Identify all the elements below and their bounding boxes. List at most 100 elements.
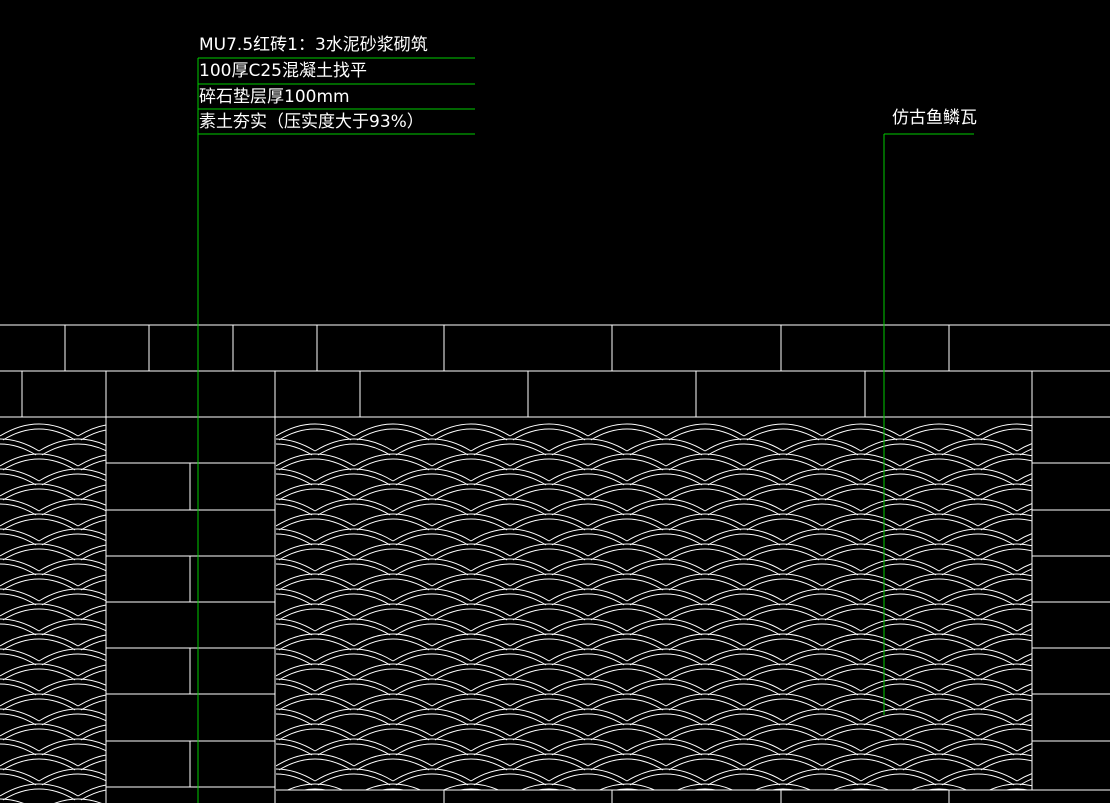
fish-scale-tile bbox=[821, 483, 901, 497]
fish-scale-tile-inner bbox=[512, 488, 586, 501]
fish-scale-tile bbox=[548, 768, 628, 782]
fish-scale-tile-inner bbox=[1059, 699, 1110, 710]
fish-scale-tile-inner bbox=[80, 669, 106, 681]
fish-scale-tile bbox=[743, 663, 823, 677]
fish-scale-tile-inner bbox=[1059, 579, 1110, 590]
fish-scale-tile-inner bbox=[535, 788, 563, 790]
fish-scale-tile bbox=[587, 753, 667, 767]
fish-scale-tile-inner bbox=[41, 623, 106, 636]
fish-scale-tile bbox=[77, 454, 106, 467]
fish-scale-tile-inner bbox=[276, 563, 313, 576]
fish-scale-tile bbox=[392, 438, 472, 452]
fish-scale-tile bbox=[0, 738, 40, 752]
fish-scale-tile-inner bbox=[769, 788, 797, 790]
fish-scale-tile-inner bbox=[668, 638, 742, 651]
fish-scale-tile-inner bbox=[434, 668, 508, 681]
fish-scale-tile bbox=[665, 423, 745, 437]
fish-scale-tile-inner bbox=[159, 669, 231, 680]
fish-scale-tile-inner bbox=[824, 638, 898, 651]
fish-scale-tile bbox=[977, 453, 1032, 467]
fish-scale-tile-inner bbox=[1059, 609, 1110, 620]
fish-scale-tile-inner bbox=[41, 683, 106, 696]
fish-scale-tile bbox=[0, 528, 40, 542]
fish-scale-tile bbox=[314, 528, 394, 542]
fish-scale-tile-inner bbox=[824, 728, 898, 741]
fish-scale-tile-inner bbox=[785, 533, 859, 546]
fish-scale-tile-inner bbox=[746, 578, 820, 591]
fish-scale-tile bbox=[548, 498, 628, 512]
fish-scale-tile bbox=[704, 528, 784, 542]
fish-scale-tile-inner bbox=[980, 668, 1032, 681]
fish-scale-tile bbox=[821, 453, 901, 467]
fish-scale-tile-inner bbox=[863, 563, 937, 576]
fish-scale-tile bbox=[626, 438, 706, 452]
fish-scale-tile-inner bbox=[824, 458, 898, 471]
fish-scale-tile-inner bbox=[276, 533, 313, 546]
fish-scale-tile-inner bbox=[785, 683, 859, 696]
fish-scale-tile bbox=[860, 528, 940, 542]
fish-scale-tile bbox=[392, 588, 472, 602]
fish-scale-tile-inner bbox=[824, 548, 898, 561]
fish-scale-tile bbox=[117, 589, 195, 601]
fish-scale-tile bbox=[0, 663, 79, 677]
fish-scale-tile bbox=[548, 618, 628, 632]
fish-scale-tile-inner bbox=[863, 713, 937, 726]
fish-scale-tile-inner bbox=[395, 563, 469, 576]
fish-scale-tile-inner bbox=[902, 458, 976, 471]
fish-scale-tile bbox=[156, 664, 234, 676]
fish-scale-tile-inner bbox=[629, 713, 703, 726]
fish-scale-tile-inner bbox=[613, 788, 641, 790]
fish-scale-tile bbox=[0, 558, 40, 572]
fish-scale-tile bbox=[353, 573, 433, 587]
fish-scale-tile bbox=[314, 618, 394, 632]
fish-scale-tile bbox=[860, 498, 940, 512]
fish-scale-tile bbox=[276, 495, 277, 496]
fish-scale-tile bbox=[743, 573, 823, 587]
fish-scale-tile-inner bbox=[457, 788, 485, 790]
fish-scale-tile bbox=[509, 543, 589, 557]
fish-scale-tile-inner bbox=[278, 578, 352, 591]
fish-scale-tile-inner bbox=[551, 773, 625, 786]
fish-scale-tile-inner bbox=[590, 758, 664, 771]
fish-scale-tile bbox=[38, 678, 106, 692]
fish-scale-tile-inner bbox=[551, 593, 625, 606]
fish-scale-tile-inner bbox=[551, 563, 625, 576]
fish-scale-tile bbox=[38, 618, 106, 632]
fish-scale-tile bbox=[117, 499, 195, 511]
fish-scale-tile bbox=[1095, 709, 1110, 721]
fish-scale-tile bbox=[1016, 683, 1032, 692]
fish-scale-tile bbox=[314, 678, 394, 692]
fish-scale-tile bbox=[0, 423, 79, 437]
fish-scale-tile-inner bbox=[707, 443, 781, 456]
fish-scale-tile bbox=[665, 633, 745, 647]
fish-scale-tile bbox=[782, 528, 862, 542]
fish-scale-tile bbox=[392, 708, 472, 722]
fish-scale-tile-inner bbox=[1019, 778, 1032, 786]
fish-scale-tile bbox=[156, 544, 234, 556]
fish-scale-tile-inner bbox=[317, 683, 391, 696]
fish-scale-tile bbox=[470, 708, 550, 722]
fish-scale-tile-inner bbox=[551, 533, 625, 546]
fish-scale-tile bbox=[1056, 724, 1110, 736]
fish-scale-tile bbox=[276, 525, 277, 526]
fish-scale-tile bbox=[665, 603, 745, 617]
fish-scale-tile bbox=[470, 648, 550, 662]
fish-scale-tile bbox=[276, 528, 316, 542]
fish-scale-tile bbox=[156, 574, 234, 586]
fish-scale-tile-inner bbox=[2, 428, 76, 441]
fish-scale-tile-inner bbox=[434, 458, 508, 471]
fish-scale-tile bbox=[1095, 499, 1110, 511]
fish-scale-tile bbox=[1095, 589, 1110, 601]
fish-scale-tile-inner bbox=[159, 489, 231, 500]
fish-scale-tile-inner bbox=[590, 518, 664, 531]
fish-scale-tile-inner bbox=[590, 488, 664, 501]
fish-scale-tile bbox=[276, 663, 355, 677]
fish-scale-tile-inner bbox=[1098, 444, 1110, 455]
fish-scale-tile bbox=[38, 588, 106, 602]
fish-scale-tile bbox=[156, 784, 234, 796]
fish-scale-tile-inner bbox=[863, 443, 937, 456]
fish-scale-tile bbox=[0, 633, 79, 647]
fish-scale-tile-inner bbox=[590, 578, 664, 591]
fish-scale-tile-inner bbox=[551, 503, 625, 516]
fish-scale-tile bbox=[314, 738, 394, 752]
